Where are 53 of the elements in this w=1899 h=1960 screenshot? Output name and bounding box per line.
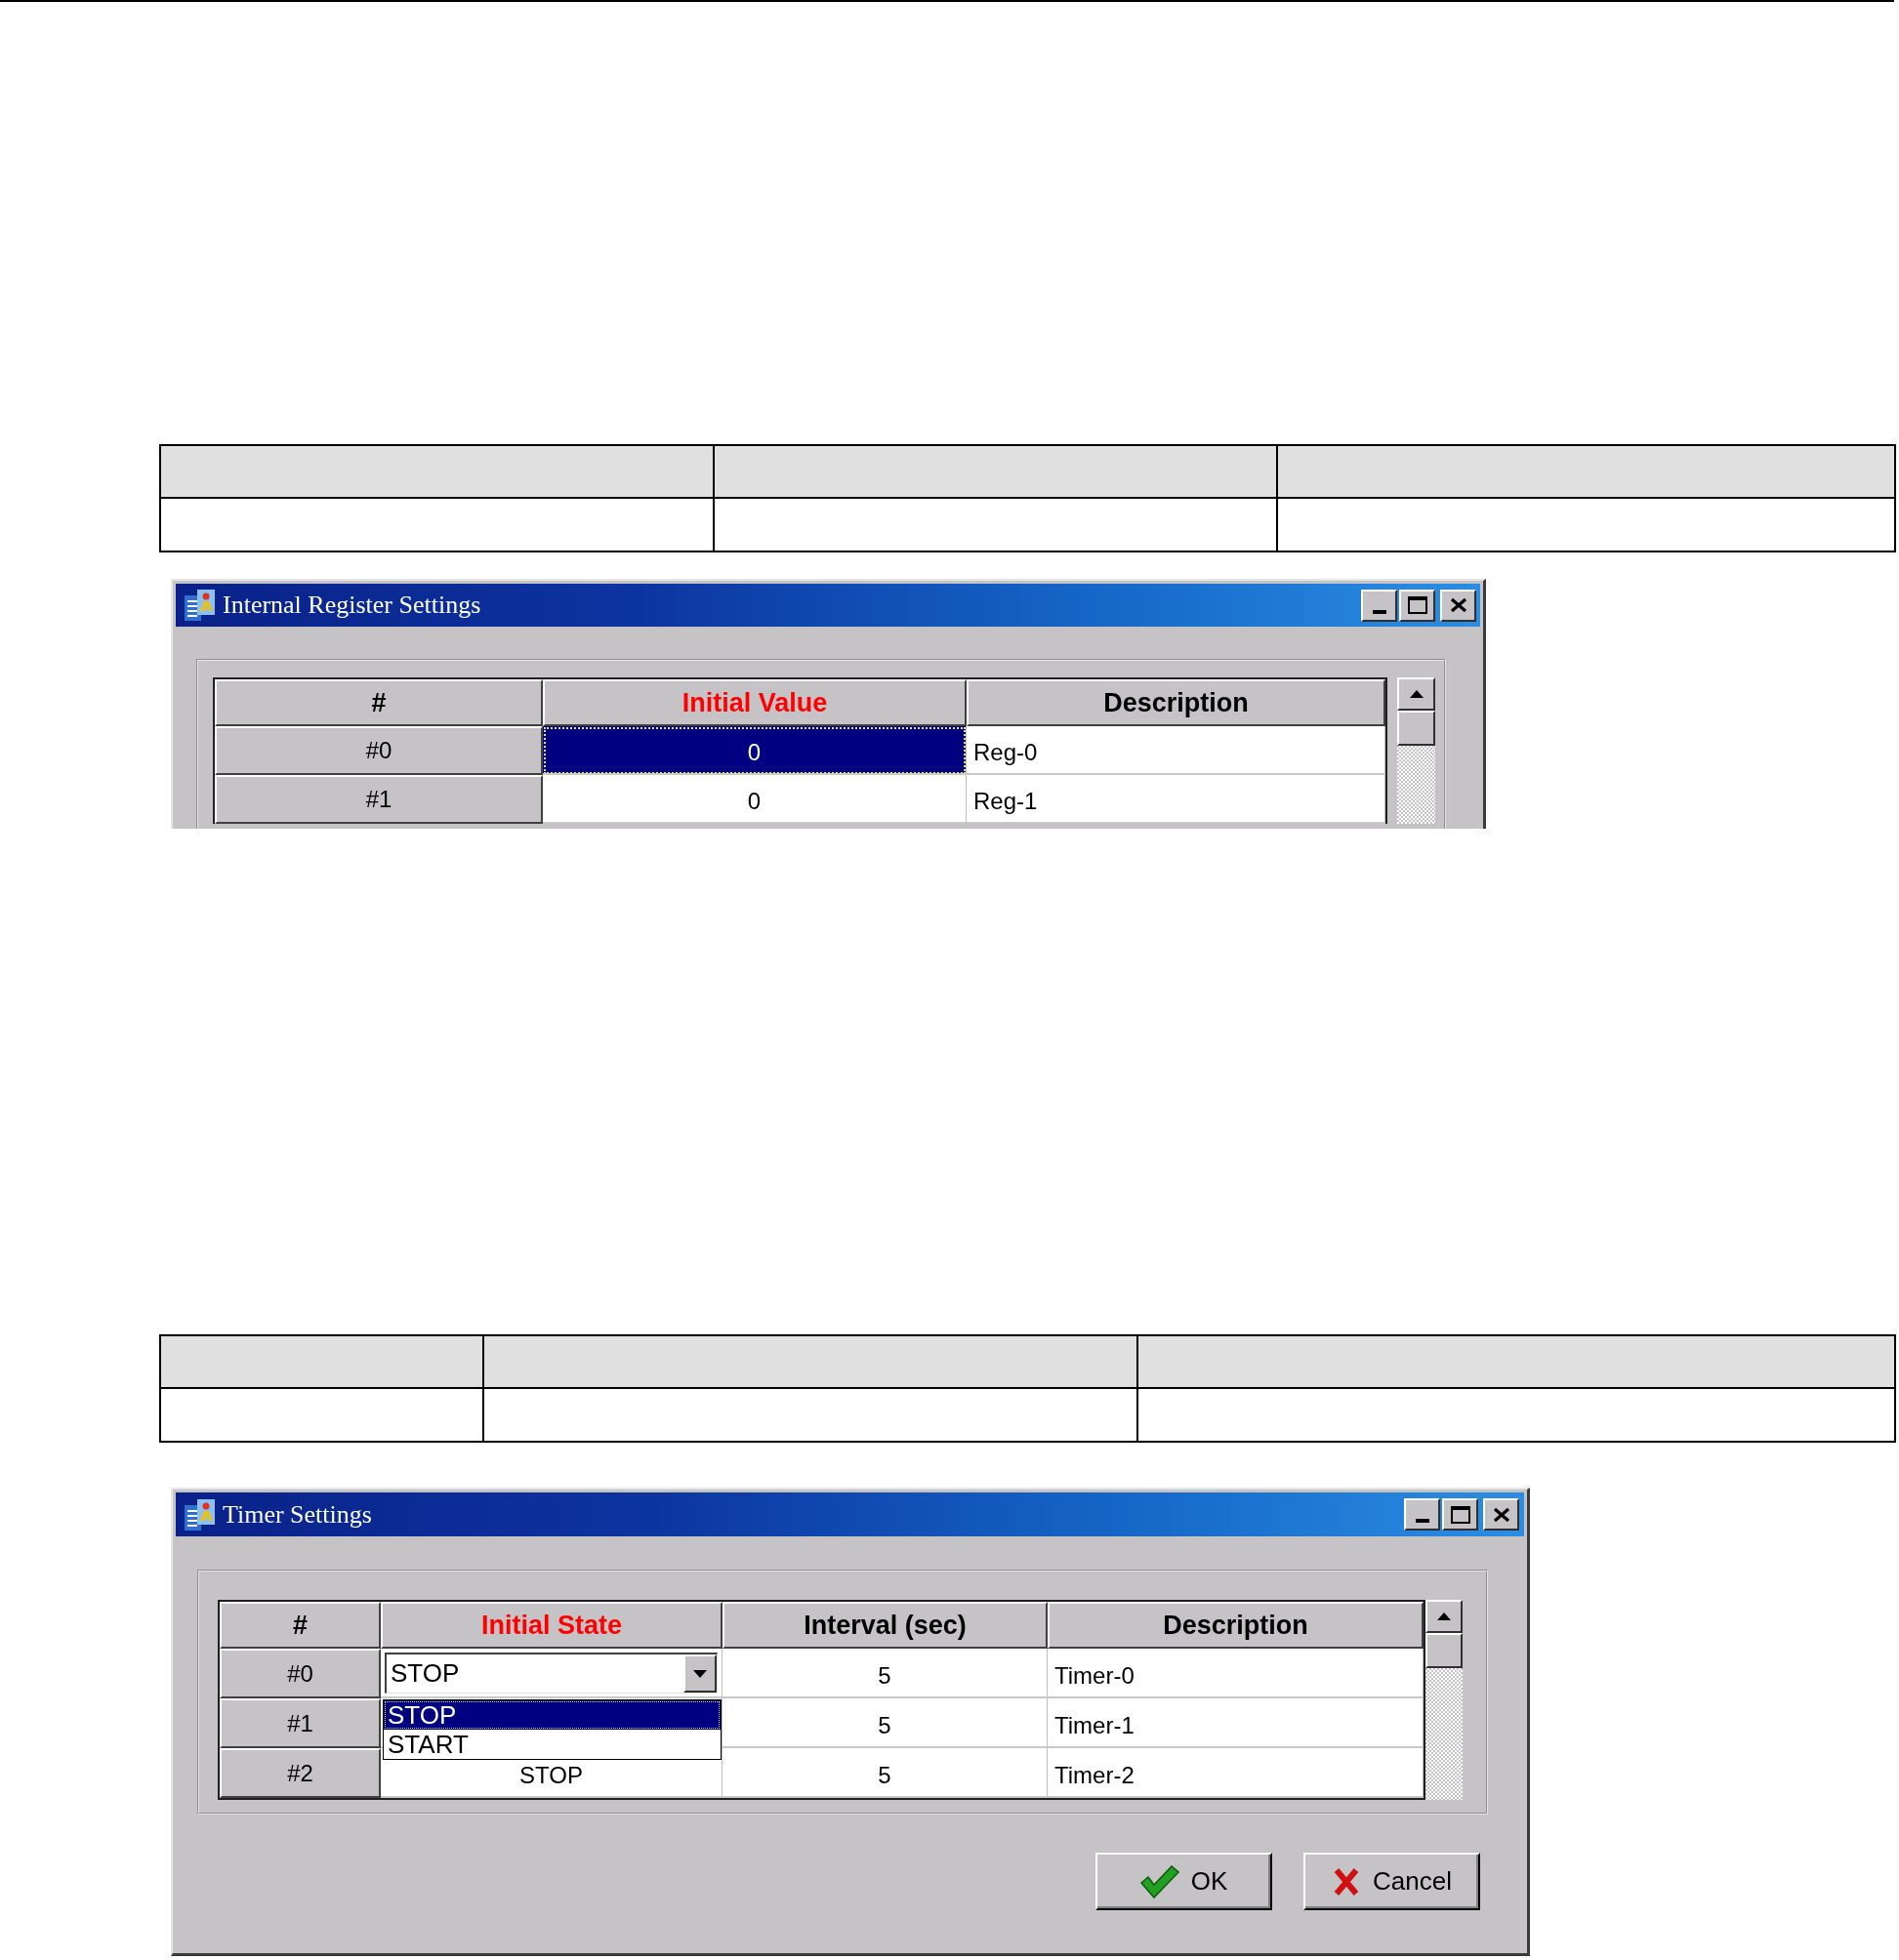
- maximize-button[interactable]: [1442, 1498, 1478, 1531]
- row-header: #0: [215, 726, 543, 775]
- column-header: Interval (sec): [722, 1602, 1048, 1649]
- scrollbar[interactable]: [1425, 1600, 1463, 1800]
- column-header: Initial Value: [543, 679, 967, 726]
- dropdown-button[interactable]: [683, 1654, 717, 1693]
- grid-cell[interactable]: 5: [722, 1748, 1048, 1798]
- app-icon: [185, 1498, 215, 1531]
- down-arrow-icon: [693, 1669, 707, 1678]
- grid-cell[interactable]: Reg-0: [967, 726, 1385, 775]
- grid-cell[interactable]: Timer-0: [1048, 1649, 1424, 1698]
- cancel-button[interactable]: Cancel: [1303, 1853, 1480, 1910]
- state-dropdown[interactable]: STOP: [385, 1653, 718, 1694]
- grid-cell[interactable]: Timer-2: [1048, 1748, 1424, 1798]
- ok-button[interactable]: OK: [1095, 1853, 1272, 1910]
- up-arrow-icon: [1409, 690, 1424, 698]
- maximize-button[interactable]: [1399, 589, 1435, 622]
- scrollbar-thumb[interactable]: [1397, 711, 1435, 746]
- grid-cell[interactable]: Reg-1: [967, 775, 1385, 824]
- column-header: Initial State: [381, 1602, 722, 1649]
- close-button[interactable]: [1440, 589, 1476, 622]
- scrollbar[interactable]: [1397, 677, 1435, 824]
- minimize-button[interactable]: [1361, 589, 1397, 622]
- grid-cell[interactable]: 5: [722, 1698, 1048, 1748]
- close-icon: [1449, 597, 1467, 613]
- scrollbar-thumb[interactable]: [1425, 1633, 1463, 1668]
- close-button[interactable]: [1483, 1498, 1519, 1531]
- dropdown-option[interactable]: STOP: [384, 1700, 721, 1730]
- scroll-up-button[interactable]: [1397, 677, 1435, 711]
- grid-cell[interactable]: 0: [543, 726, 967, 775]
- column-header: Description: [1048, 1602, 1424, 1649]
- row-header: #0: [220, 1649, 381, 1698]
- grid-cell[interactable]: Timer-1: [1048, 1698, 1424, 1748]
- row-header: #1: [215, 775, 543, 824]
- scroll-up-button[interactable]: [1425, 1600, 1463, 1633]
- close-icon: [1492, 1506, 1510, 1523]
- column-header: #: [215, 679, 543, 726]
- grid-cell[interactable]: 5: [722, 1649, 1048, 1698]
- row-header: #1: [220, 1698, 381, 1748]
- checkmark-icon: [1139, 1864, 1179, 1899]
- grid-cell[interactable]: 0: [543, 775, 967, 824]
- column-header: #: [220, 1602, 381, 1649]
- maximize-icon: [1450, 1505, 1470, 1524]
- column-header: Description: [967, 679, 1385, 726]
- row-header: #2: [220, 1748, 381, 1798]
- window-title: Internal Register Settings: [223, 591, 481, 620]
- minimize-icon: [1415, 1519, 1429, 1523]
- up-arrow-icon: [1437, 1613, 1451, 1620]
- minimize-icon: [1372, 609, 1386, 614]
- window-title: Timer Settings: [223, 1499, 372, 1530]
- maximize-icon: [1407, 596, 1427, 614]
- app-icon: [185, 590, 215, 621]
- minimize-button[interactable]: [1404, 1498, 1440, 1531]
